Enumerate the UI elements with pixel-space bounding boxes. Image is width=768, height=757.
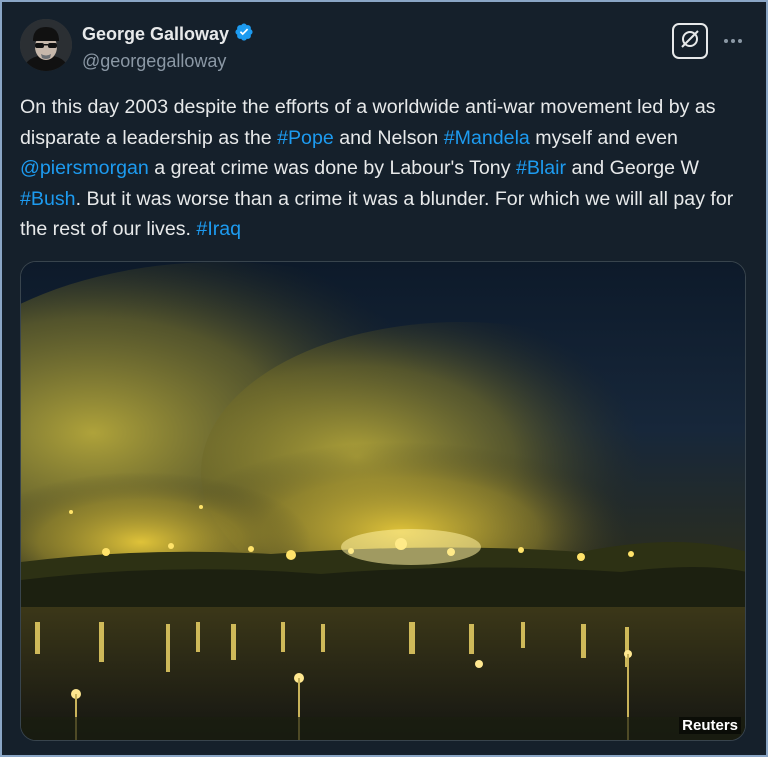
hashtag-link[interactable]: #Bush bbox=[20, 188, 76, 210]
tweet-text-segment: and George W bbox=[566, 157, 699, 179]
more-button[interactable] bbox=[718, 25, 748, 55]
media-watermark: Reuters bbox=[679, 717, 741, 734]
handle[interactable]: @georgegalloway bbox=[82, 51, 254, 72]
hashtag-link[interactable]: #Pope bbox=[277, 127, 334, 149]
avatar[interactable] bbox=[20, 19, 72, 71]
hashtag-link[interactable]: #Blair bbox=[516, 157, 566, 179]
verified-badge-icon bbox=[234, 22, 254, 47]
hashtag-link[interactable]: #Mandela bbox=[444, 127, 530, 149]
display-name[interactable]: George Galloway bbox=[82, 24, 229, 45]
tweet-media[interactable]: Reuters bbox=[20, 261, 746, 741]
mention-link[interactable]: @piersmorgan bbox=[20, 157, 149, 179]
grok-button[interactable] bbox=[672, 23, 708, 59]
media-image bbox=[21, 262, 745, 740]
more-icon bbox=[723, 31, 743, 49]
tweet-header: George Galloway @georgegalloway bbox=[20, 19, 748, 75]
tweet-text-segment: . But it was worse than a crime it was a… bbox=[20, 187, 734, 241]
tweet-text: On this day 2003 despite the efforts of … bbox=[20, 92, 750, 245]
author-names: George Galloway @georgegalloway bbox=[82, 22, 254, 72]
grok-icon bbox=[679, 28, 701, 55]
tweet-text-segment: and Nelson bbox=[333, 126, 444, 149]
display-name-row: George Galloway bbox=[82, 22, 254, 47]
tweet-text-segment: myself and even bbox=[529, 126, 678, 149]
tweet-card: George Galloway @georgegalloway On this … bbox=[0, 0, 768, 757]
hashtag-link[interactable]: #Iraq bbox=[196, 218, 241, 240]
tweet-text-segment: a great crime was done by Labour's Tony bbox=[148, 157, 516, 179]
